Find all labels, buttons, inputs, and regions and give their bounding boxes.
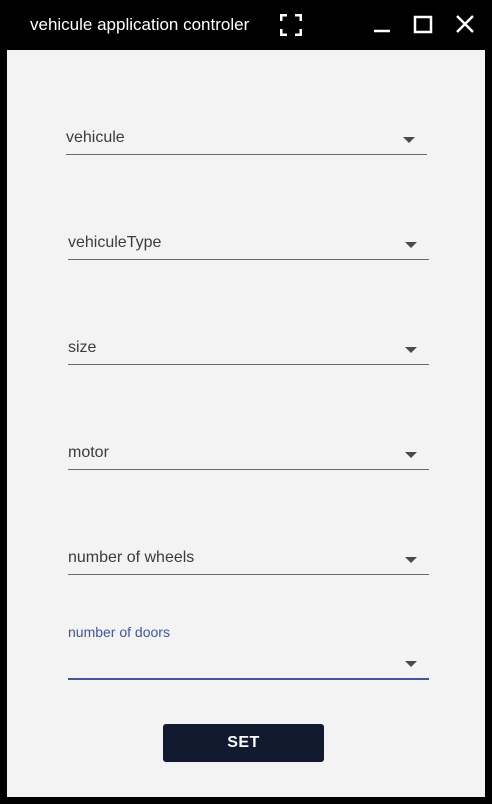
caret-down-icon	[405, 452, 417, 458]
number-of-doors-select[interactable]	[68, 650, 429, 680]
number-of-doors-label: number of doors	[68, 624, 170, 640]
app-window: vehicule application controler vehicule …	[0, 0, 492, 804]
form-panel: vehicule vehiculeType size motor number …	[7, 50, 485, 797]
maximize-icon[interactable]	[408, 10, 438, 40]
vehicule-select[interactable]: vehicule	[66, 126, 427, 155]
close-icon[interactable]	[450, 10, 480, 40]
caret-down-icon	[405, 557, 417, 563]
caret-down-icon	[405, 242, 417, 248]
motor-select-label: motor	[68, 444, 109, 461]
vehicule-type-select-label: vehiculeType	[68, 234, 162, 251]
set-button[interactable]: SET	[163, 724, 324, 762]
minimize-icon[interactable]	[367, 10, 397, 40]
number-of-wheels-select[interactable]: number of wheels	[68, 546, 429, 575]
size-select[interactable]: size	[68, 336, 429, 365]
fullscreen-icon[interactable]	[280, 14, 302, 36]
caret-down-icon	[405, 347, 417, 353]
title-bar: vehicule application controler	[0, 0, 492, 50]
caret-down-icon	[403, 137, 415, 143]
caret-down-icon	[405, 661, 417, 667]
vehicule-select-label: vehicule	[66, 129, 125, 146]
vehicule-type-select[interactable]: vehiculeType	[68, 231, 429, 260]
number-of-wheels-select-label: number of wheels	[68, 549, 195, 566]
window-title: vehicule application controler	[30, 15, 250, 34]
size-select-label: size	[68, 339, 97, 356]
motor-select[interactable]: motor	[68, 441, 429, 470]
